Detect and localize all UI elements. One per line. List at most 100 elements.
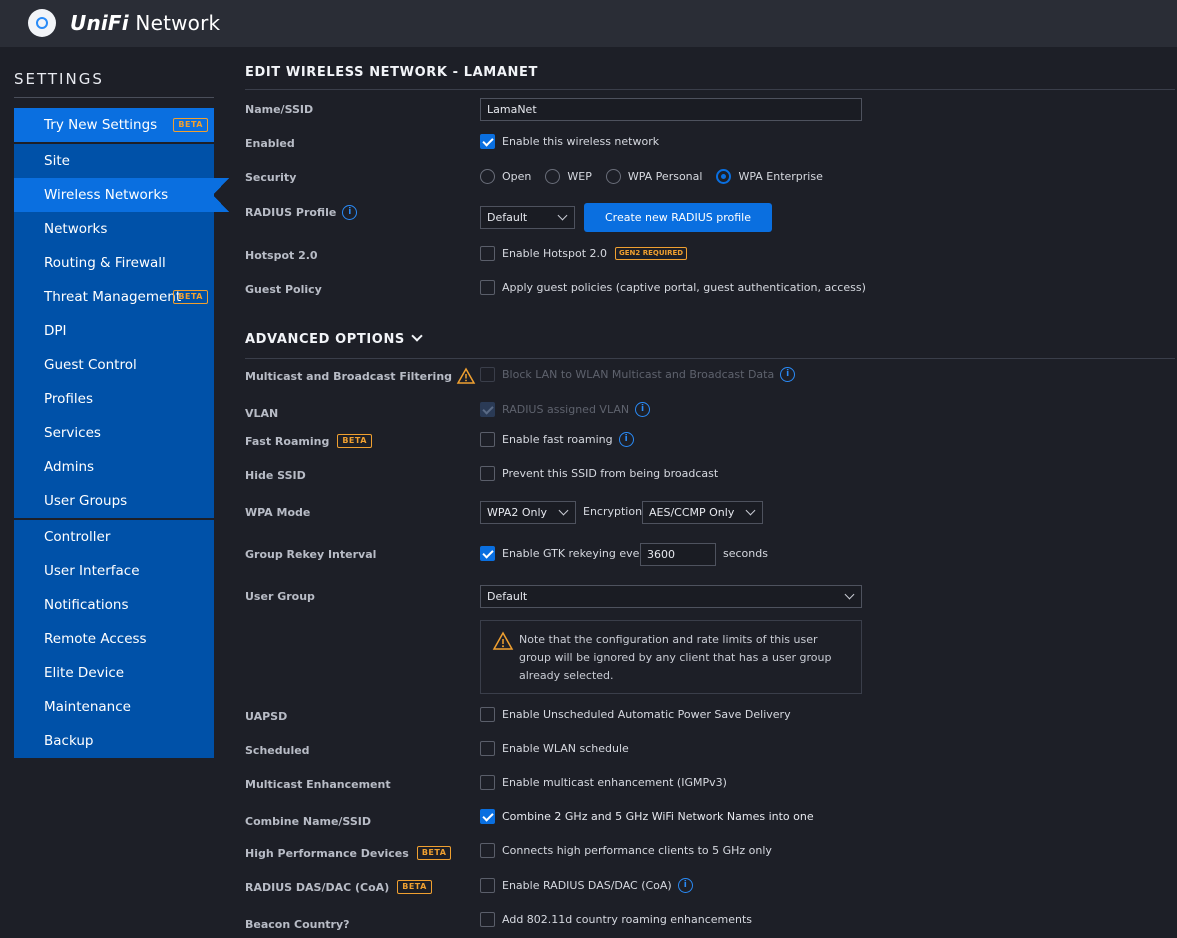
- vlan-checkbox[interactable]: [480, 402, 495, 417]
- sidebar-item-guest-control[interactable]: Guest Control: [14, 348, 214, 382]
- beacon-country-label: Beacon Country?: [245, 918, 350, 931]
- sidebar-item-profiles[interactable]: Profiles: [14, 382, 214, 416]
- create-radius-profile-button[interactable]: Create new RADIUS profile: [584, 203, 772, 232]
- top-bar: UniFi Network: [0, 0, 1177, 47]
- name-ssid-label: Name/SSID: [245, 103, 314, 116]
- sidebar-item-threat-management[interactable]: Threat Management BETA: [14, 280, 214, 314]
- sidebar-item-maintenance[interactable]: Maintenance: [14, 690, 214, 724]
- info-icon[interactable]: i: [780, 367, 796, 382]
- user-group-value: Default: [487, 590, 528, 603]
- uapsd-text: Enable Unscheduled Automatic Power Save …: [502, 708, 791, 721]
- combine-ssid-label: Combine Name/SSID: [245, 815, 372, 828]
- sidebar-item-routing-firewall[interactable]: Routing & Firewall: [14, 246, 214, 280]
- uapsd-row: Enable Unscheduled Automatic Power Save …: [480, 707, 791, 722]
- wpa-mode-select[interactable]: WPA2 Only: [480, 501, 576, 524]
- beacon-country-text: Add 802.11d country roaming enhancements: [502, 913, 753, 926]
- beta-badge: BETA: [173, 118, 208, 132]
- high-performance-row: Connects high performance clients to 5 G…: [480, 843, 772, 858]
- hotspot-checkbox[interactable]: [480, 246, 495, 261]
- gen2-required-badge: GEN2 REQUIRED: [615, 247, 688, 260]
- multicast-enhancement-checkbox[interactable]: [480, 775, 495, 790]
- security-wpa-enterprise-label: WPA Enterprise: [738, 170, 823, 183]
- user-group-select[interactable]: Default: [480, 585, 862, 608]
- enabled-text: Enable this wireless network: [502, 135, 660, 148]
- sidebar-item-wireless-networks[interactable]: Wireless Networks: [14, 178, 214, 212]
- radius-profile-label-row: RADIUS Profile i: [245, 205, 358, 220]
- multicast-enhancement-row: Enable multicast enhancement (IGMPv3): [480, 775, 727, 790]
- security-open-radio[interactable]: [480, 169, 495, 184]
- user-group-note-text: Note that the configuration and rate lim…: [519, 633, 832, 682]
- sidebar-item-dpi[interactable]: DPI: [14, 314, 214, 348]
- group-rekey-checkbox[interactable]: [480, 546, 495, 561]
- radius-das-checkbox[interactable]: [480, 878, 495, 893]
- fast-roaming-text: Enable fast roaming: [502, 433, 613, 446]
- security-wpa-personal-radio[interactable]: [605, 169, 621, 184]
- sidebar-item-label: Maintenance: [44, 699, 131, 715]
- group-rekey-row: Enable GTK rekeying every: [480, 546, 650, 561]
- rekey-unit-label: seconds: [723, 547, 768, 560]
- combine-ssid-checkbox[interactable]: [480, 809, 495, 824]
- hide-ssid-checkbox[interactable]: [480, 466, 495, 481]
- encryption-value: AES/CCMP Only: [649, 506, 735, 519]
- beacon-country-checkbox[interactable]: [480, 912, 495, 927]
- wpa-mode-value: WPA2 Only: [487, 506, 548, 519]
- fast-roaming-row: Enable fast roaming i: [480, 432, 634, 447]
- scheduled-row: Enable WLAN schedule: [480, 741, 629, 756]
- info-icon[interactable]: i: [342, 205, 358, 220]
- chevron-down-icon: [558, 505, 569, 516]
- sidebar-item-label: DPI: [44, 323, 67, 339]
- multicast-filter-label-row: Multicast and Broadcast Filtering: [245, 367, 476, 385]
- beta-badge: BETA: [337, 434, 372, 448]
- beta-badge: BETA: [416, 846, 452, 860]
- info-icon[interactable]: i: [635, 402, 651, 417]
- high-performance-label: High Performance Devices: [245, 846, 409, 860]
- info-icon[interactable]: i: [618, 432, 634, 447]
- sidebar-item-remote-access[interactable]: Remote Access: [14, 622, 214, 656]
- sidebar-item-label: Site: [44, 153, 70, 169]
- high-performance-label-row: High Performance Devices BETA: [245, 846, 452, 860]
- sidebar-item-backup[interactable]: Backup: [14, 724, 214, 758]
- unifi-logo-icon[interactable]: [28, 9, 56, 37]
- settings-divider: [14, 97, 214, 98]
- sidebar-item-user-groups[interactable]: User Groups: [14, 484, 214, 518]
- sidebar-item-controller[interactable]: Controller: [14, 520, 214, 554]
- radius-profile-label: RADIUS Profile: [245, 206, 337, 219]
- fast-roaming-checkbox[interactable]: [480, 432, 495, 447]
- guest-policy-checkbox[interactable]: [480, 280, 495, 295]
- guest-policy-text: Apply guest policies (captive portal, gu…: [502, 281, 866, 294]
- encryption-label: Encryption: [583, 505, 643, 518]
- security-wpa-enterprise-radio[interactable]: [716, 169, 732, 184]
- sidebar-item-notifications[interactable]: Notifications: [14, 588, 214, 622]
- scheduled-checkbox[interactable]: [480, 741, 495, 756]
- sidebar-item-user-interface[interactable]: User Interface: [14, 554, 214, 588]
- sidebar-item-services[interactable]: Services: [14, 416, 214, 450]
- security-wep-radio[interactable]: [545, 169, 561, 184]
- uapsd-checkbox[interactable]: [480, 707, 495, 722]
- guest-policy-row: Apply guest policies (captive portal, gu…: [480, 280, 866, 295]
- beta-badge: BETA: [173, 290, 208, 304]
- sidebar-item-try-new-settings[interactable]: Try New Settings BETA: [14, 108, 214, 142]
- sidebar-item-label: Notifications: [44, 597, 129, 613]
- name-ssid-input[interactable]: LamaNet: [480, 98, 862, 121]
- high-performance-checkbox[interactable]: [480, 843, 495, 858]
- sidebar-item-elite-device[interactable]: Elite Device: [14, 656, 214, 690]
- rekey-interval-input[interactable]: 3600: [640, 543, 716, 566]
- beacon-country-row: Add 802.11d country roaming enhancements: [480, 912, 752, 927]
- sidebar-item-admins[interactable]: Admins: [14, 450, 214, 484]
- multicast-filter-checkbox[interactable]: [480, 367, 495, 382]
- advanced-options-toggle[interactable]: ADVANCED OPTIONS: [245, 330, 423, 347]
- fast-roaming-label-row: Fast Roaming BETA: [245, 434, 372, 448]
- radius-das-row: Enable RADIUS DAS/DAC (CoA) i: [480, 878, 693, 893]
- brand-unifi: UniFi: [70, 11, 129, 35]
- sidebar-item-label: Wireless Networks: [44, 187, 169, 203]
- radius-profile-value: Default: [487, 211, 528, 224]
- enabled-checkbox[interactable]: [480, 134, 495, 149]
- sidebar-item-site[interactable]: Site: [14, 144, 214, 178]
- radius-profile-select[interactable]: Default: [480, 206, 575, 229]
- sidebar-item-label: Controller: [44, 529, 111, 545]
- info-icon[interactable]: i: [677, 878, 693, 893]
- sidebar-item-networks[interactable]: Networks: [14, 212, 214, 246]
- vlan-text: RADIUS assigned VLAN: [502, 403, 630, 416]
- encryption-select[interactable]: AES/CCMP Only: [642, 501, 763, 524]
- scheduled-label: Scheduled: [245, 744, 310, 757]
